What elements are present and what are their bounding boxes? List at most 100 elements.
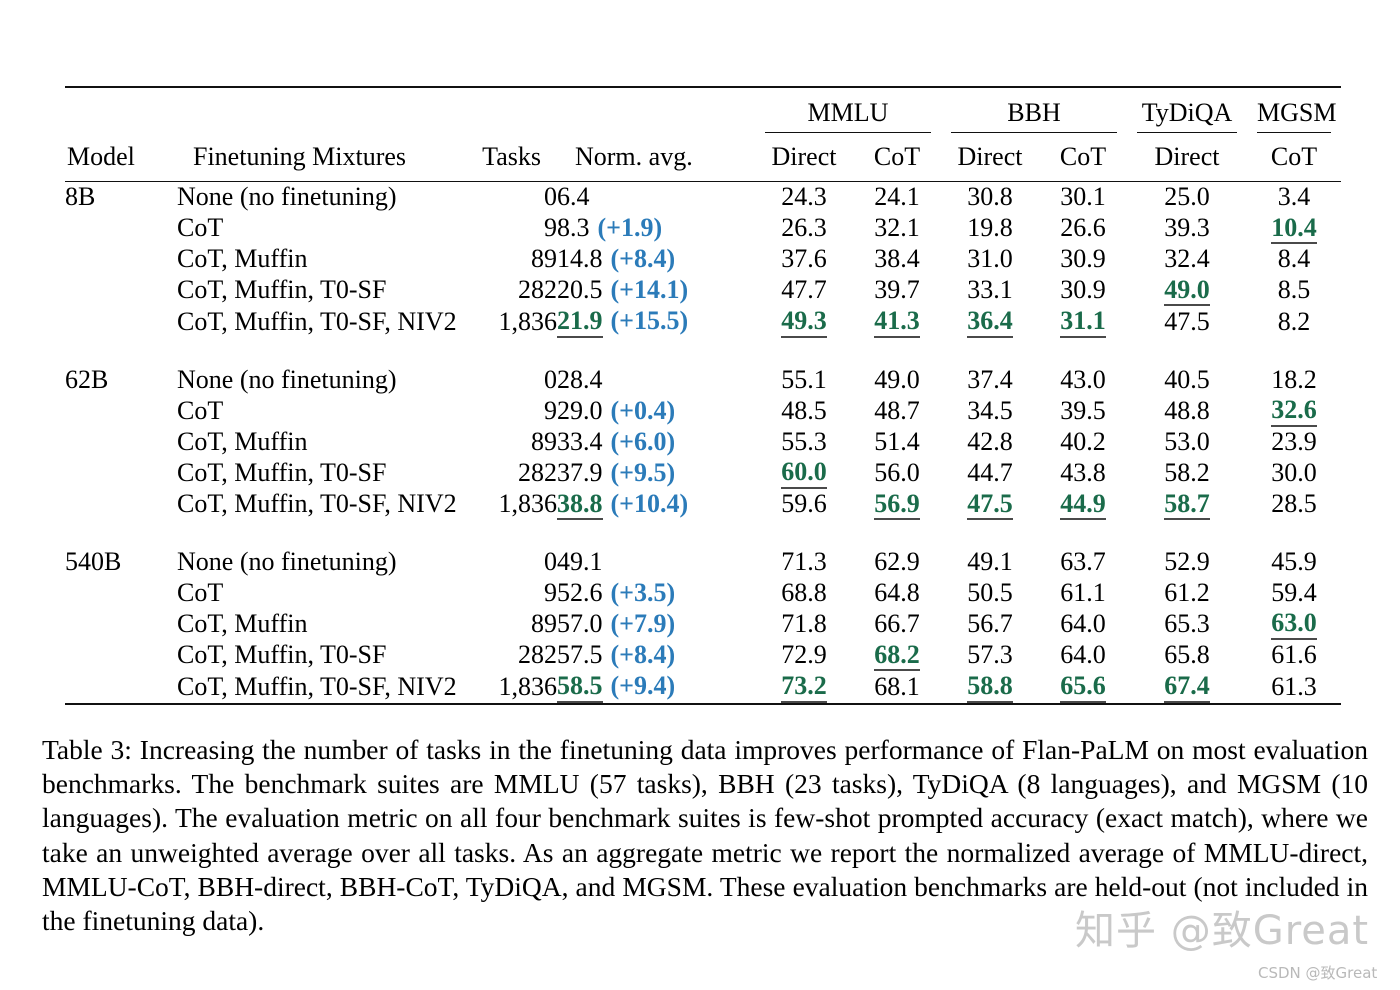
metric-cell: 49.1 <box>941 547 1039 578</box>
norm-avg-value-best: 58.5 <box>557 672 603 703</box>
metric-value: 55.1 <box>781 364 827 394</box>
metric-value-best: 32.6 <box>1271 396 1317 427</box>
row-finetuning-mixture: None (no finetuning) <box>177 547 397 577</box>
norm-avg-delta: (+0.4) <box>610 395 676 425</box>
group-header-label: BBH <box>951 98 1117 133</box>
table-row: CoT, Muffin 89 57.0 (+7.9) 71.8 66.7 56.7 64.0 6… <box>65 608 1341 640</box>
metric-cell: 61.2 <box>1127 578 1247 609</box>
metric-value: 39.5 <box>1060 395 1106 425</box>
metric-value-best: 31.1 <box>1060 307 1106 338</box>
metric-value: 61.1 <box>1060 577 1106 607</box>
metric-value: 32.4 <box>1164 244 1210 274</box>
metric-cell: 55.1 <box>755 365 853 396</box>
norm-avg-delta: (+9.4) <box>610 671 676 701</box>
row-norm-avg: 38.8 (+10.4) <box>557 489 755 521</box>
metric-value: 52.9 <box>1164 547 1210 577</box>
metric-cell: 44.7 <box>941 457 1039 489</box>
metric-cell: 30.9 <box>1039 275 1127 307</box>
metric-value: 68.1 <box>874 671 920 701</box>
row-task-count: 89 <box>531 244 557 274</box>
row-finetuning-mixture: CoT, Muffin, T0-SF <box>177 457 387 487</box>
row-norm-avg: 28.4 <box>557 365 755 396</box>
metric-value: 53.0 <box>1164 426 1210 456</box>
metric-value: 30.8 <box>967 182 1013 211</box>
metric-value: 71.3 <box>781 547 827 577</box>
row-model-blank <box>65 244 177 275</box>
metric-value: 43.0 <box>1060 364 1106 394</box>
row-finetuning-mixture: CoT <box>177 577 224 607</box>
row-finetuning-mixture: CoT, Muffin <box>177 426 308 456</box>
table-row: CoT, Muffin 89 33.4 (+6.0) 55.3 51.4 42.8 40.2 5… <box>65 427 1341 458</box>
metric-cell: 72.9 <box>755 640 853 672</box>
metric-value: 30.9 <box>1060 244 1106 274</box>
col-header-model: Model <box>67 142 135 171</box>
metric-value-best: 58.8 <box>967 672 1013 703</box>
row-norm-avg: 29.0 (+0.4) <box>557 395 755 427</box>
table-caption: Table 3: Increasing the number of tasks … <box>42 733 1368 938</box>
page-root: MMLU BBH TyDiQA MGSM Model Finetuning Mixture… <box>0 0 1400 990</box>
metric-cell: 39.3 <box>1127 213 1247 245</box>
metric-cell: 31.0 <box>941 244 1039 275</box>
norm-avg-value: 57.5 <box>557 640 603 670</box>
metric-cell: 49.0 <box>1127 275 1247 307</box>
metric-value: 57.3 <box>967 640 1013 670</box>
metric-cell: 8.2 <box>1247 306 1341 338</box>
metric-cell: 55.3 <box>755 427 853 458</box>
metric-cell: 30.1 <box>1039 182 1127 213</box>
metric-cell: 56.0 <box>853 457 941 489</box>
metric-cell: 33.1 <box>941 275 1039 307</box>
group-header-label: TyDiQA <box>1137 98 1237 133</box>
metric-value-best: 49.3 <box>781 307 827 338</box>
metric-value: 26.6 <box>1060 213 1106 243</box>
row-norm-avg: 37.9 (+9.5) <box>557 457 755 489</box>
metric-cell: 56.7 <box>941 608 1039 640</box>
metric-value-best: 67.4 <box>1164 672 1210 703</box>
norm-avg-delta: (+14.1) <box>610 275 689 305</box>
row-norm-avg: 57.5 (+8.4) <box>557 640 755 672</box>
metric-value: 47.5 <box>1164 306 1210 336</box>
metric-cell: 61.6 <box>1247 640 1341 672</box>
metric-cell: 68.8 <box>755 578 853 609</box>
metric-value-best: 56.9 <box>874 490 920 521</box>
row-finetuning-mixture: CoT, Muffin, T0-SF <box>177 640 387 670</box>
metric-cell: 58.7 <box>1127 489 1247 521</box>
metric-cell: 30.9 <box>1039 244 1127 275</box>
norm-avg-value: 29.0 <box>557 395 603 425</box>
col-header-mixtures: Finetuning Mixtures <box>193 142 407 171</box>
metric-value: 49.1 <box>967 547 1013 577</box>
row-model-blank <box>65 640 177 672</box>
table-row: CoT, Muffin, T0-SF, NIV2 1,836 21.9 (+15.5)… <box>65 306 1341 338</box>
norm-avg-delta: (+3.5) <box>610 577 676 607</box>
metric-value: 68.8 <box>781 577 827 607</box>
norm-avg-value: 52.6 <box>557 577 603 607</box>
metric-cell: 24.1 <box>853 182 941 213</box>
metric-value: 64.8 <box>874 577 920 607</box>
metric-value: 49.0 <box>874 364 920 394</box>
metric-value: 34.5 <box>967 395 1013 425</box>
norm-avg-value-best: 38.8 <box>557 490 603 521</box>
row-finetuning-mixture: CoT <box>177 213 224 243</box>
row-task-count: 1,836 <box>498 306 558 336</box>
row-model-name: 62B <box>65 364 109 394</box>
norm-avg-delta: (+8.4) <box>610 244 676 274</box>
row-finetuning-mixture: CoT <box>177 395 224 425</box>
table-row: CoT 9 29.0 (+0.4) 48.5 48.7 34.5 39.5 48.8 32.6 <box>65 395 1341 427</box>
metric-cell: 60.0 <box>755 457 853 489</box>
metric-cell: 34.5 <box>941 395 1039 427</box>
metric-cell: 40.2 <box>1039 427 1127 458</box>
row-model-blank <box>65 457 177 489</box>
metric-cell: 68.1 <box>853 671 941 704</box>
col-header-tydiqa-direct: Direct <box>1154 142 1220 171</box>
metric-value: 55.3 <box>781 426 827 456</box>
metric-value: 24.3 <box>781 182 827 211</box>
metric-value: 39.3 <box>1164 213 1210 243</box>
metric-value: 65.8 <box>1164 640 1210 670</box>
row-task-count: 0 <box>544 364 557 394</box>
row-finetuning-mixture: CoT, Muffin, T0-SF, NIV2 <box>177 671 457 701</box>
row-model-blank <box>65 608 177 640</box>
metric-value-best: 58.7 <box>1164 490 1210 521</box>
row-norm-avg: 20.5 (+14.1) <box>557 275 755 307</box>
metric-cell: 56.9 <box>853 489 941 521</box>
metric-cell: 32.6 <box>1247 395 1341 427</box>
row-task-count: 0 <box>544 182 557 211</box>
